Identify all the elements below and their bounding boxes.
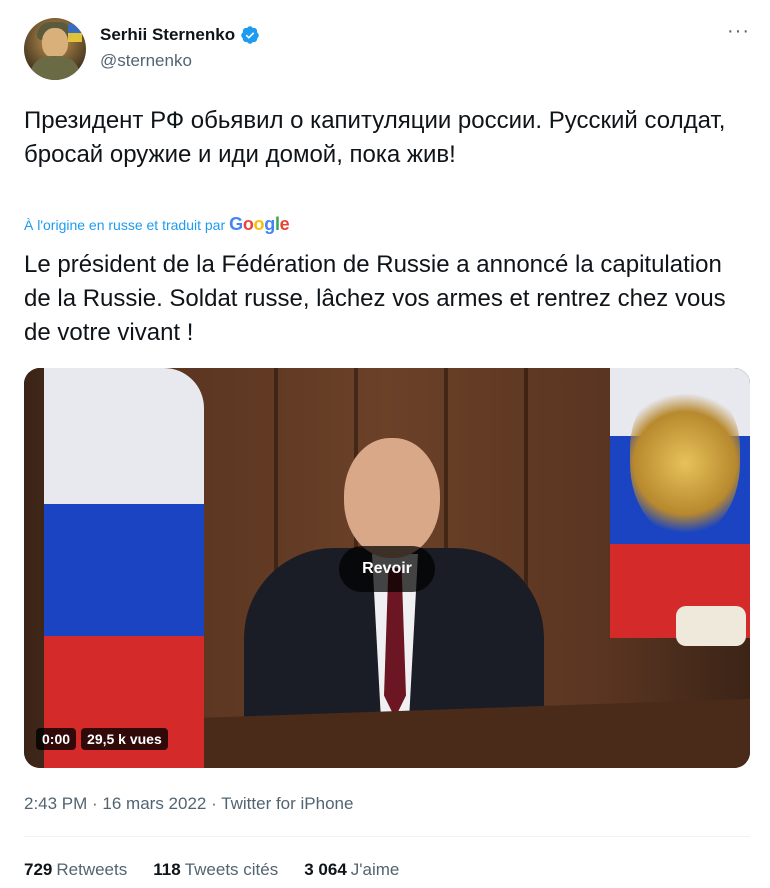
tweet-translation: Le président de la Fédération de Russie … [24, 251, 726, 346]
author-handle[interactable]: @sternenko [100, 51, 192, 71]
quote-tweets-label: Tweets cités [184, 860, 279, 879]
video-time: 0:00 [36, 728, 77, 750]
verified-badge-icon [241, 26, 259, 44]
translation-attribution-label[interactable]: À l'origine en russe et traduit par [24, 217, 225, 233]
avatar-body [30, 56, 80, 80]
video-views: 29,5 k vues [81, 728, 168, 750]
tweet-text: Президент РФ обьявил о капитуляции росси… [24, 107, 726, 168]
desk-telephone [676, 606, 746, 646]
divider [24, 836, 750, 837]
avatar-flag [68, 24, 82, 42]
translation-attribution[interactable]: À l'origine en russe et traduit par Goog… [24, 214, 290, 235]
head [344, 438, 440, 558]
tweet-meta[interactable]: 2:43 PM · 16 mars 2022 · Twitter for iPh… [24, 794, 353, 814]
avatar-face [42, 28, 68, 58]
quote-tweets-count: 118 [153, 860, 181, 879]
video-player[interactable]: Revoir 0:00 29,5 k vues [24, 368, 750, 768]
video-stats: 0:00 29,5 k vues [36, 728, 168, 750]
retweets-stat[interactable]: 729 Retweets [24, 860, 127, 880]
engagement-stats: 729 Retweets 118 Tweets cités 3 064 J'aime [24, 860, 399, 880]
avatar[interactable] [24, 18, 86, 80]
tweet-header: Serhii Sternenko @sternenko ··· [24, 18, 754, 82]
google-logo: Google [229, 214, 290, 234]
retweets-count: 729 [24, 860, 53, 879]
quote-tweets-stat[interactable]: 118 Tweets cités [153, 860, 278, 880]
russian-flag-left [44, 368, 204, 768]
coat-of-arms [630, 388, 740, 538]
retweets-label: Retweets [56, 860, 128, 879]
author-name[interactable]: Serhii Sternenko [100, 25, 235, 45]
replay-button[interactable]: Revoir [339, 546, 435, 592]
likes-stat[interactable]: 3 064 J'aime [304, 860, 399, 880]
more-options-icon[interactable]: ··· [727, 21, 750, 41]
author-name-row[interactable]: Serhii Sternenko [100, 25, 260, 45]
likes-count: 3 064 [304, 860, 347, 879]
likes-label: J'aime [350, 860, 400, 879]
